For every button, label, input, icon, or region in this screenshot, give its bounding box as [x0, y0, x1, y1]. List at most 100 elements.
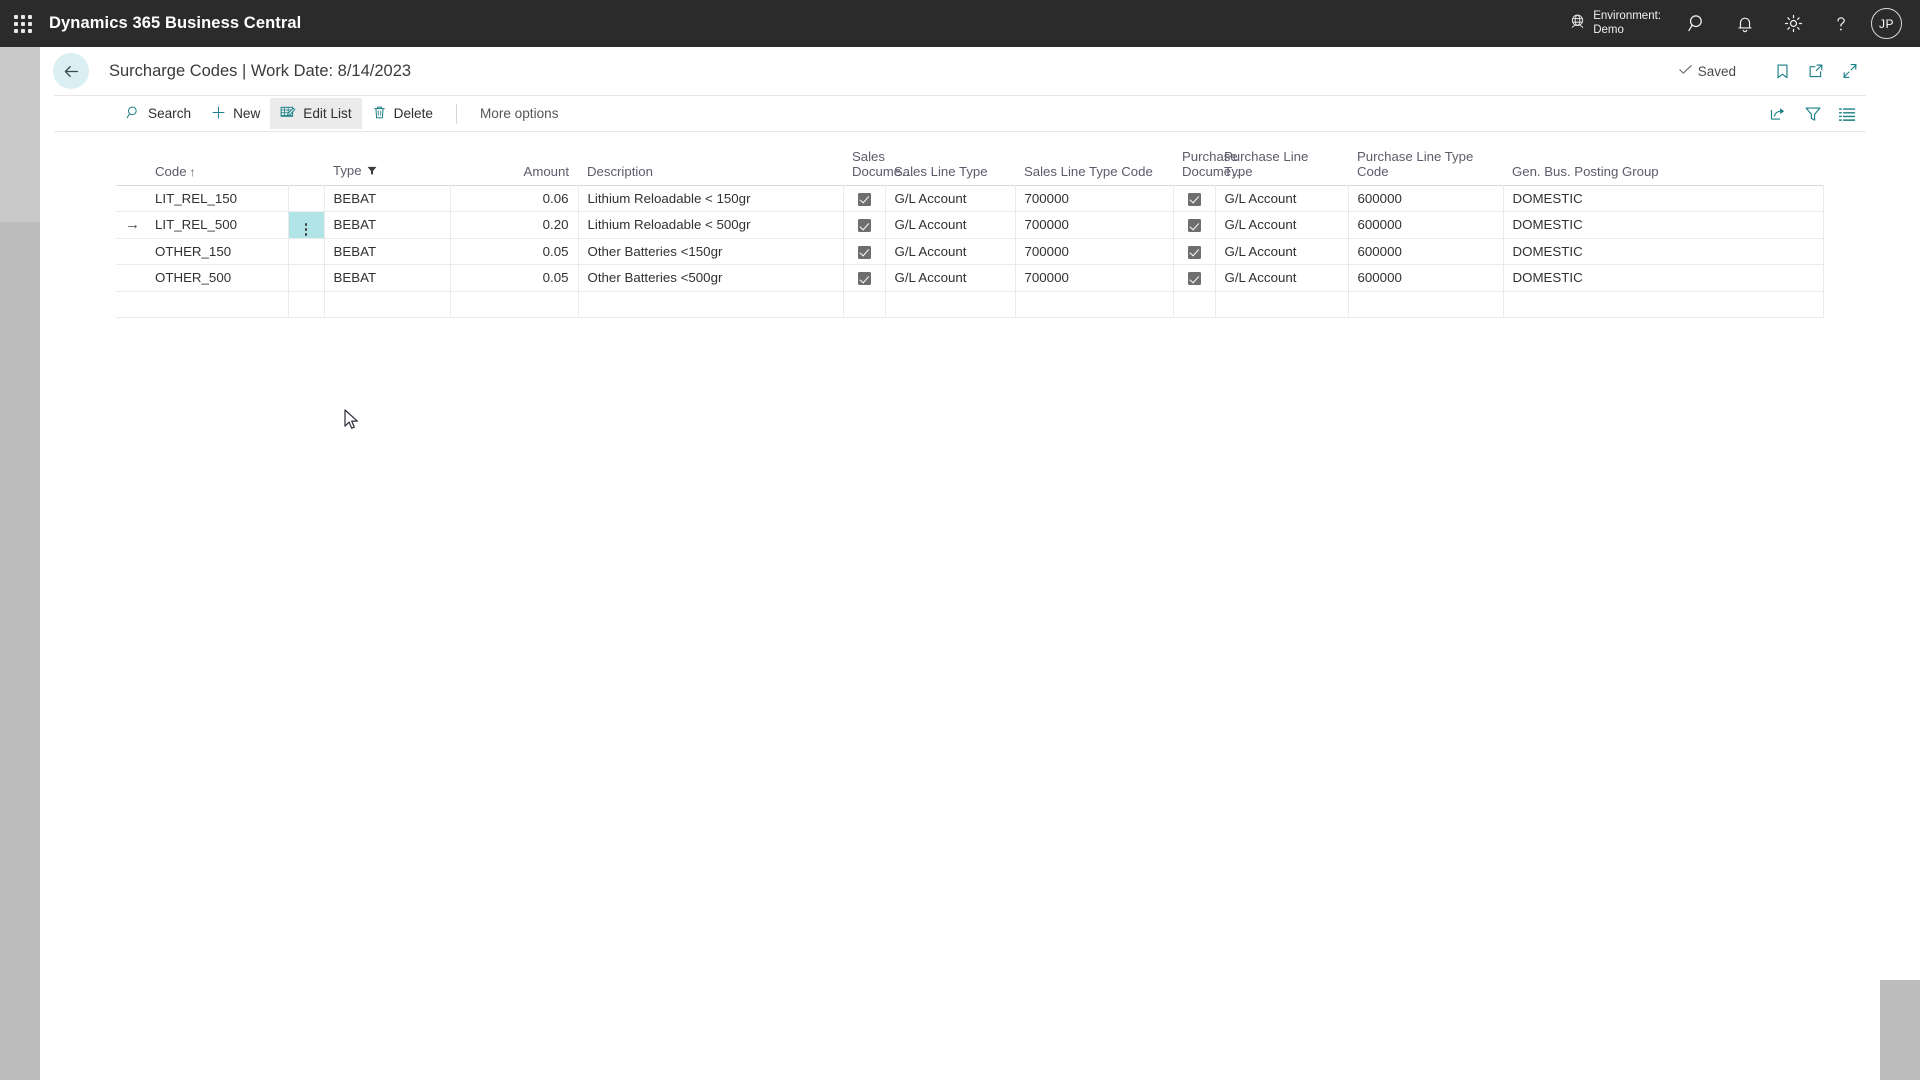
cell-sales-document[interactable]	[843, 211, 886, 239]
cell-description[interactable]: Lithium Reloadable < 500gr	[578, 211, 844, 239]
checkbox-checked-icon[interactable]	[857, 219, 871, 233]
cell-amount[interactable]: 0.05	[450, 237, 579, 265]
table-row[interactable]: OTHER_150 BEBAT 0.05 Other Batteries <150gr…	[116, 237, 1824, 265]
open-in-new-window-icon[interactable]	[1800, 55, 1832, 87]
more-options-button[interactable]: More options	[470, 98, 569, 129]
cell-sales-document[interactable]	[843, 290, 886, 318]
cell-gen-bus-posting-group[interactable]: DOMESTIC	[1503, 237, 1824, 265]
environment-indicator[interactable]: Environment: Demo	[1557, 0, 1673, 47]
cell-sales-document[interactable]	[843, 264, 886, 292]
cell-purchase-line-type-code[interactable]: 600000	[1348, 237, 1504, 265]
cell-description[interactable]: Other Batteries <150gr	[578, 237, 844, 265]
row-context-menu-cell[interactable]	[288, 290, 325, 318]
checkbox-checked-icon[interactable]	[857, 272, 871, 286]
cell-type[interactable]: BEBAT	[324, 211, 451, 239]
gear-icon[interactable]	[1769, 0, 1817, 47]
cell-amount[interactable]	[450, 290, 579, 318]
cell-type[interactable]	[324, 290, 451, 318]
checkbox-checked-icon[interactable]	[857, 245, 871, 259]
collapse-diagonal-icon[interactable]	[1834, 55, 1866, 87]
bookmark-icon[interactable]	[1766, 55, 1798, 87]
share-icon[interactable]	[1769, 105, 1788, 123]
checkbox-checked-icon[interactable]	[1187, 245, 1201, 259]
cell-purchase-line-type-code[interactable]: 600000	[1348, 264, 1504, 292]
cell-type[interactable]: BEBAT	[324, 184, 451, 212]
delete-button[interactable]: Delete	[362, 98, 443, 129]
cell-gen-bus-posting-group[interactable]: DOMESTIC	[1503, 264, 1824, 292]
cell-sales-line-type[interactable]	[885, 290, 1016, 318]
cell-sales-line-type-code[interactable]	[1015, 290, 1174, 318]
list-view-icon[interactable]	[1838, 106, 1856, 122]
cell-code[interactable]: OTHER_150	[146, 237, 289, 265]
cell-amount[interactable]: 0.05	[450, 264, 579, 292]
cell-sales-line-type[interactable]: G/L Account	[885, 211, 1016, 239]
row-context-menu-cell[interactable]	[288, 184, 325, 212]
avatar[interactable]: JP	[1871, 8, 1902, 39]
cell-sales-line-type[interactable]: G/L Account	[885, 237, 1016, 265]
cell-amount[interactable]: 0.20	[450, 211, 579, 239]
col-header-gen-bus-posting-group[interactable]: Gen. Bus. Posting Group	[1503, 145, 1823, 185]
row-context-menu-cell[interactable]	[288, 237, 325, 265]
cell-purchase-document[interactable]	[1173, 184, 1216, 212]
search-icon[interactable]	[1673, 0, 1721, 47]
row-context-menu-cell[interactable]	[288, 211, 325, 239]
cell-gen-bus-posting-group[interactable]: DOMESTIC	[1503, 211, 1824, 239]
cell-code[interactable]: LIT_REL_500	[146, 211, 289, 239]
checkbox-checked-icon[interactable]	[1187, 192, 1201, 206]
edit-list-button[interactable]: Edit List	[270, 98, 362, 129]
cell-gen-bus-posting-group[interactable]: DOMESTIC	[1503, 184, 1824, 212]
cell-code[interactable]: LIT_REL_150	[146, 184, 289, 212]
cell-amount[interactable]: 0.06	[450, 184, 579, 212]
cell-sales-document[interactable]	[843, 184, 886, 212]
cell-code[interactable]: OTHER_500	[146, 264, 289, 292]
col-header-sales-document[interactable]: Sales Docume…	[843, 145, 914, 185]
cell-sales-document[interactable]	[843, 237, 886, 265]
col-header-purchase-document[interactable]: Purchase Docume…	[1173, 145, 1244, 185]
cell-purchase-line-type[interactable]: G/L Account	[1215, 184, 1349, 212]
checkbox-checked-icon[interactable]	[1187, 272, 1201, 286]
new-button[interactable]: New	[201, 98, 270, 129]
col-header-amount[interactable]: Amount	[450, 145, 578, 185]
cell-description[interactable]	[578, 290, 844, 318]
cell-type[interactable]: BEBAT	[324, 237, 451, 265]
col-header-sales-line-type-code[interactable]: Sales Line Type Code	[1015, 145, 1173, 185]
cell-sales-line-type[interactable]: G/L Account	[885, 264, 1016, 292]
cell-purchase-line-type[interactable]	[1215, 290, 1349, 318]
col-header-type[interactable]: Type	[324, 145, 450, 185]
cell-purchase-document[interactable]	[1173, 264, 1216, 292]
question-mark-icon[interactable]	[1817, 0, 1865, 47]
cell-purchase-document[interactable]	[1173, 290, 1216, 318]
col-header-sales-line-type[interactable]: Sales Line Type	[885, 145, 1015, 185]
table-row[interactable]: OTHER_500 BEBAT 0.05 Other Batteries <500gr…	[116, 264, 1824, 292]
cell-purchase-line-type[interactable]: G/L Account	[1215, 264, 1349, 292]
app-launcher-icon[interactable]	[0, 0, 46, 47]
cell-sales-line-type-code[interactable]: 700000	[1015, 211, 1174, 239]
row-context-menu-cell[interactable]	[288, 264, 325, 292]
filter-funnel-icon[interactable]	[1804, 105, 1822, 123]
cell-purchase-line-type[interactable]: G/L Account	[1215, 211, 1349, 239]
back-arrow-icon[interactable]	[53, 53, 89, 89]
table-row[interactable]: LIT_REL_150 BEBAT 0.06 Lithium Reloadable <…	[116, 184, 1824, 212]
cell-purchase-line-type-code[interactable]: 600000	[1348, 211, 1504, 239]
search-button[interactable]: Search	[116, 98, 201, 129]
cell-sales-line-type[interactable]: G/L Account	[885, 184, 1016, 212]
cell-purchase-line-type[interactable]: G/L Account	[1215, 237, 1349, 265]
cell-type[interactable]: BEBAT	[324, 264, 451, 292]
cell-description[interactable]: Lithium Reloadable < 150gr	[578, 184, 844, 212]
cell-description[interactable]: Other Batteries <500gr	[578, 264, 844, 292]
checkbox-checked-icon[interactable]	[857, 192, 871, 206]
cell-sales-line-type-code[interactable]: 700000	[1015, 184, 1174, 212]
col-header-description[interactable]: Description	[578, 145, 843, 185]
bell-icon[interactable]	[1721, 0, 1769, 47]
cell-gen-bus-posting-group[interactable]	[1503, 290, 1824, 318]
checkbox-checked-icon[interactable]	[1187, 219, 1201, 233]
cell-purchase-document[interactable]	[1173, 211, 1216, 239]
col-header-purchase-line-type[interactable]: Purchase Line Type	[1215, 145, 1348, 185]
cell-sales-line-type-code[interactable]: 700000	[1015, 237, 1174, 265]
cell-purchase-document[interactable]	[1173, 237, 1216, 265]
table-row[interactable]: → LIT_REL_500 BEBAT 0.20 Lithium Reloadable …	[116, 211, 1824, 239]
col-header-purchase-line-type-code[interactable]: Purchase Line Type Code	[1348, 145, 1503, 185]
cell-sales-line-type-code[interactable]: 700000	[1015, 264, 1174, 292]
cell-purchase-line-type-code[interactable]: 600000	[1348, 184, 1504, 212]
more-vertical-icon[interactable]	[304, 223, 308, 236]
